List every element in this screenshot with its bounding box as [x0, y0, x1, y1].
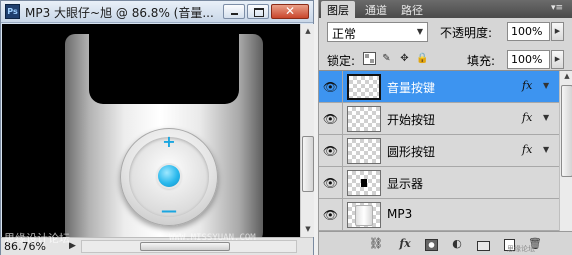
- layer-list: 👁 音量按键 fx ▼ 👁 开始按钮 fx ▼ 👁 圆形按钮 fx ▼ 👁 显示…: [319, 70, 572, 231]
- scroll-up-arrow-icon[interactable]: ▲: [561, 72, 572, 80]
- layer-row[interactable]: 👁 圆形按钮 fx ▼: [319, 135, 559, 167]
- layer-thumbnail: [347, 74, 381, 100]
- document-title: MP3 大眼仔~旭 @ 86.8% (音量...: [25, 6, 214, 20]
- layer-thumbnail: [347, 138, 381, 164]
- layer-thumbnail: [347, 170, 381, 196]
- opacity-value: 100%: [511, 25, 543, 38]
- eye-icon[interactable]: 👁: [319, 167, 343, 199]
- chevron-down-icon[interactable]: ▼: [543, 81, 549, 90]
- layer-row[interactable]: 👁 音量按键 fx ▼: [319, 71, 559, 103]
- minimize-button[interactable]: [223, 4, 245, 19]
- horizontal-scroll-thumb[interactable]: [140, 242, 230, 251]
- vertical-scrollbar[interactable]: ▲ ▼: [300, 24, 314, 237]
- tab-layers[interactable]: 图层: [321, 1, 355, 18]
- panel-tab-bar: 图层 通道 路径 ▾≡: [319, 0, 572, 18]
- tab-channels[interactable]: 通道: [359, 1, 393, 18]
- photoshop-icon: Ps: [5, 4, 20, 19]
- volume-minus-icon: —: [161, 201, 177, 220]
- fill-slider-arrow-icon[interactable]: ▶: [551, 50, 564, 69]
- layers-panel: 图层 通道 路径 ▾≡ 正常 ▼ 不透明度: 100% ▶ 锁定: ✎ ✥ 🔒 …: [318, 0, 572, 255]
- eye-icon[interactable]: 👁: [319, 135, 343, 167]
- scroll-up-arrow-icon[interactable]: ▲: [302, 25, 314, 37]
- mp3-thumb-shape: [355, 205, 373, 226]
- lock-label: 锁定:: [327, 54, 356, 68]
- panel-menu-icon[interactable]: ▾≡: [551, 3, 563, 13]
- maximize-button[interactable]: [247, 4, 269, 19]
- lock-position-icon[interactable]: ✥: [398, 52, 411, 65]
- eye-icon[interactable]: 👁: [319, 103, 343, 135]
- layer-name: 显示器: [387, 177, 424, 191]
- mp3-player-body: + —: [65, 30, 263, 237]
- status-menu-arrow-icon[interactable]: ▶: [69, 241, 76, 251]
- opacity-label: 不透明度:: [440, 26, 493, 40]
- blend-mode-select[interactable]: 正常 ▼: [327, 22, 428, 42]
- mp3-screen: [89, 30, 239, 104]
- chevron-down-icon: ▼: [416, 27, 423, 36]
- layer-name: MP3: [387, 207, 413, 221]
- chevron-down-icon[interactable]: ▼: [543, 113, 549, 122]
- layer-list-scrollbar[interactable]: ▲: [559, 71, 572, 231]
- opacity-slider-arrow-icon[interactable]: ▶: [551, 22, 564, 41]
- footer-watermark: 思缘论坛: [507, 245, 535, 253]
- add-mask-icon[interactable]: [423, 236, 439, 252]
- layer-name: 开始按钮: [387, 113, 436, 127]
- document-titlebar[interactable]: Ps MP3 大眼仔~旭 @ 86.8% (音量... ✕: [1, 1, 313, 23]
- layer-list-scroll-thumb[interactable]: [561, 85, 572, 177]
- watermark-right: WWW.MISSYUAN.COM: [169, 233, 256, 243]
- adjustment-layer-icon[interactable]: ◐: [449, 236, 465, 252]
- layer-row[interactable]: 👁 显示器: [319, 167, 559, 199]
- lock-image-pixels-icon[interactable]: ✎: [380, 52, 393, 65]
- screen-thumb-shape: [361, 179, 367, 187]
- eye-icon[interactable]: 👁: [319, 199, 343, 231]
- vertical-scroll-thumb[interactable]: [302, 136, 314, 192]
- chevron-down-icon[interactable]: ▼: [543, 145, 549, 154]
- layer-thumbnail: [347, 106, 381, 132]
- opacity-field[interactable]: 100%: [507, 22, 550, 41]
- layer-name: 圆形按钮: [387, 145, 436, 159]
- close-icon: ✕: [284, 4, 296, 18]
- watermark-left: 思缘设计论坛: [4, 232, 70, 245]
- canvas[interactable]: + —: [2, 24, 300, 237]
- fx-icon[interactable]: fx: [522, 143, 532, 156]
- new-group-icon[interactable]: [475, 236, 491, 252]
- add-layer-style-icon[interactable]: fx: [397, 236, 413, 252]
- layer-thumbnail: [347, 202, 381, 228]
- lock-transparent-pixels-icon[interactable]: [363, 52, 376, 65]
- layer-row[interactable]: 👁 开始按钮 fx ▼: [319, 103, 559, 135]
- layer-row[interactable]: 👁 MP3: [319, 199, 559, 231]
- tab-paths[interactable]: 路径: [395, 1, 429, 18]
- volume-plus-icon: +: [162, 132, 176, 151]
- document-window: Ps MP3 大眼仔~旭 @ 86.8% (音量... ✕ + — ▲ ▼ 86…: [0, 0, 314, 255]
- scroll-down-arrow-icon[interactable]: ▼: [302, 223, 314, 235]
- fx-icon[interactable]: fx: [522, 111, 532, 124]
- blend-mode-value: 正常: [332, 27, 357, 41]
- fx-icon[interactable]: fx: [522, 79, 532, 92]
- link-layers-icon[interactable]: ⛓: [368, 236, 384, 252]
- layer-name: 音量按键: [387, 81, 436, 95]
- fill-field[interactable]: 100%: [507, 50, 550, 69]
- eye-icon[interactable]: 👁: [319, 71, 343, 103]
- fill-label: 填充:: [467, 54, 496, 68]
- fill-value: 100%: [511, 53, 543, 66]
- start-button: [158, 165, 180, 187]
- lock-all-icon[interactable]: 🔒: [416, 52, 429, 65]
- close-button[interactable]: ✕: [271, 4, 309, 19]
